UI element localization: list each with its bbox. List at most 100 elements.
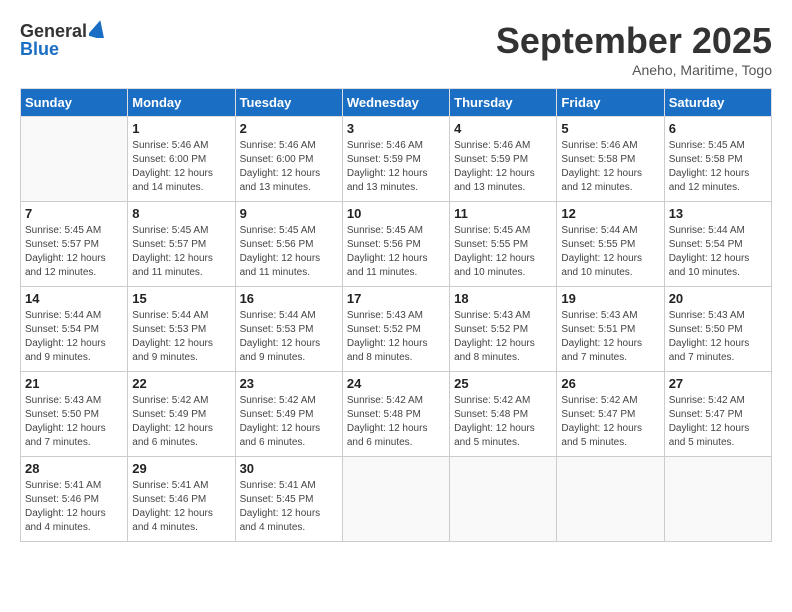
day-info: Sunrise: 5:43 AM Sunset: 5:50 PM Dayligh… <box>669 309 767 365</box>
day-info: Sunrise: 5:41 AM Sunset: 5:46 PM Dayligh… <box>132 479 230 535</box>
day-number: 15 <box>132 291 230 306</box>
day-number: 8 <box>132 206 230 221</box>
day-number: 1 <box>132 121 230 136</box>
day-number: 29 <box>132 461 230 476</box>
calendar-cell: 22 Sunrise: 5:42 AM Sunset: 5:49 PM Dayli… <box>128 372 235 457</box>
calendar-cell: 1 Sunrise: 5:46 AM Sunset: 6:00 PM Daylig… <box>128 117 235 202</box>
day-info: Sunrise: 5:43 AM Sunset: 5:52 PM Dayligh… <box>347 309 445 365</box>
page-header: General Blue September 2025 Aneho, Marit… <box>20 20 772 78</box>
logo-triangle-icon <box>89 20 107 38</box>
day-info: Sunrise: 5:44 AM Sunset: 5:54 PM Dayligh… <box>669 224 767 280</box>
calendar-cell: 8 Sunrise: 5:45 AM Sunset: 5:57 PM Daylig… <box>128 202 235 287</box>
calendar-cell: 14Sunrise: 5:44 AM Sunset: 5:54 PM Dayli… <box>21 287 128 372</box>
day-number: 9 <box>240 206 338 221</box>
logo: General Blue <box>20 20 107 60</box>
day-info: Sunrise: 5:41 AM Sunset: 5:45 PM Dayligh… <box>240 479 338 535</box>
day-number: 17 <box>347 291 445 306</box>
day-info: Sunrise: 5:46 AM Sunset: 6:00 PM Dayligh… <box>132 139 230 195</box>
calendar-cell: 12 Sunrise: 5:44 AM Sunset: 5:55 PM Dayli… <box>557 202 664 287</box>
calendar-cell: 30 Sunrise: 5:41 AM Sunset: 5:45 PM Dayli… <box>235 457 342 542</box>
logo-blue-text: Blue <box>20 39 59 60</box>
day-info: Sunrise: 5:45 AM Sunset: 5:57 PM Dayligh… <box>25 224 123 280</box>
calendar-cell: 19 Sunrise: 5:43 AM Sunset: 5:51 PM Dayli… <box>557 287 664 372</box>
calendar-table: SundayMondayTuesdayWednesdayThursdayFrid… <box>20 88 772 542</box>
calendar-cell: 6 Sunrise: 5:45 AM Sunset: 5:58 PM Daylig… <box>664 117 771 202</box>
day-info: Sunrise: 5:46 AM Sunset: 5:58 PM Dayligh… <box>561 139 659 195</box>
calendar-week-5: 28 Sunrise: 5:41 AM Sunset: 5:46 PM Dayli… <box>21 457 772 542</box>
day-number: 28 <box>25 461 123 476</box>
location-subtitle: Aneho, Maritime, Togo <box>496 62 772 78</box>
day-info: Sunrise: 5:46 AM Sunset: 6:00 PM Dayligh… <box>240 139 338 195</box>
calendar-week-4: 21 Sunrise: 5:43 AM Sunset: 5:50 PM Dayli… <box>21 372 772 457</box>
day-number: 4 <box>454 121 552 136</box>
day-info: Sunrise: 5:45 AM Sunset: 5:56 PM Dayligh… <box>240 224 338 280</box>
day-number: 10 <box>347 206 445 221</box>
day-info: Sunrise: 5:43 AM Sunset: 5:52 PM Dayligh… <box>454 309 552 365</box>
weekday-header-sunday: Sunday <box>21 89 128 117</box>
day-number: 19 <box>561 291 659 306</box>
day-number: 24 <box>347 376 445 391</box>
day-info: Sunrise: 5:42 AM Sunset: 5:48 PM Dayligh… <box>454 394 552 450</box>
calendar-cell: 23Sunrise: 5:42 AM Sunset: 5:49 PM Dayli… <box>235 372 342 457</box>
day-info: Sunrise: 5:46 AM Sunset: 5:59 PM Dayligh… <box>347 139 445 195</box>
calendar-cell: 21 Sunrise: 5:43 AM Sunset: 5:50 PM Dayli… <box>21 372 128 457</box>
calendar-cell: 28 Sunrise: 5:41 AM Sunset: 5:46 PM Dayli… <box>21 457 128 542</box>
calendar-cell: 3 Sunrise: 5:46 AM Sunset: 5:59 PM Daylig… <box>342 117 449 202</box>
day-info: Sunrise: 5:43 AM Sunset: 5:50 PM Dayligh… <box>25 394 123 450</box>
day-number: 18 <box>454 291 552 306</box>
day-info: Sunrise: 5:43 AM Sunset: 5:51 PM Dayligh… <box>561 309 659 365</box>
day-info: Sunrise: 5:44 AM Sunset: 5:53 PM Dayligh… <box>240 309 338 365</box>
day-number: 14 <box>25 291 123 306</box>
calendar-cell: 7Sunrise: 5:45 AM Sunset: 5:57 PM Daylig… <box>21 202 128 287</box>
weekday-header-wednesday: Wednesday <box>342 89 449 117</box>
day-number: 2 <box>240 121 338 136</box>
calendar-cell: 10 Sunrise: 5:45 AM Sunset: 5:56 PM Dayli… <box>342 202 449 287</box>
weekday-header-row: SundayMondayTuesdayWednesdayThursdayFrid… <box>21 89 772 117</box>
day-info: Sunrise: 5:42 AM Sunset: 5:47 PM Dayligh… <box>669 394 767 450</box>
day-number: 25 <box>454 376 552 391</box>
day-number: 30 <box>240 461 338 476</box>
day-number: 3 <box>347 121 445 136</box>
day-info: Sunrise: 5:45 AM Sunset: 5:55 PM Dayligh… <box>454 224 552 280</box>
day-number: 5 <box>561 121 659 136</box>
day-info: Sunrise: 5:45 AM Sunset: 5:57 PM Dayligh… <box>132 224 230 280</box>
day-number: 13 <box>669 206 767 221</box>
day-number: 27 <box>669 376 767 391</box>
day-info: Sunrise: 5:45 AM Sunset: 5:58 PM Dayligh… <box>669 139 767 195</box>
day-number: 22 <box>132 376 230 391</box>
calendar-cell: 17 Sunrise: 5:43 AM Sunset: 5:52 PM Dayli… <box>342 287 449 372</box>
calendar-cell <box>450 457 557 542</box>
title-section: September 2025 Aneho, Maritime, Togo <box>496 20 772 78</box>
day-info: Sunrise: 5:42 AM Sunset: 5:47 PM Dayligh… <box>561 394 659 450</box>
day-info: Sunrise: 5:42 AM Sunset: 5:49 PM Dayligh… <box>132 394 230 450</box>
day-info: Sunrise: 5:44 AM Sunset: 5:55 PM Dayligh… <box>561 224 659 280</box>
calendar-cell: 9 Sunrise: 5:45 AM Sunset: 5:56 PM Daylig… <box>235 202 342 287</box>
day-number: 11 <box>454 206 552 221</box>
calendar-cell: 2 Sunrise: 5:46 AM Sunset: 6:00 PM Daylig… <box>235 117 342 202</box>
calendar-cell: 18 Sunrise: 5:43 AM Sunset: 5:52 PM Dayli… <box>450 287 557 372</box>
calendar-cell: 13 Sunrise: 5:44 AM Sunset: 5:54 PM Dayli… <box>664 202 771 287</box>
calendar-cell: 15 Sunrise: 5:44 AM Sunset: 5:53 PM Dayli… <box>128 287 235 372</box>
calendar-cell <box>342 457 449 542</box>
day-info: Sunrise: 5:46 AM Sunset: 5:59 PM Dayligh… <box>454 139 552 195</box>
calendar-cell: 24 Sunrise: 5:42 AM Sunset: 5:48 PM Dayli… <box>342 372 449 457</box>
day-number: 6 <box>669 121 767 136</box>
calendar-week-2: 7Sunrise: 5:45 AM Sunset: 5:57 PM Daylig… <box>21 202 772 287</box>
calendar-week-1: 1 Sunrise: 5:46 AM Sunset: 6:00 PM Daylig… <box>21 117 772 202</box>
calendar-cell: 29 Sunrise: 5:41 AM Sunset: 5:46 PM Dayli… <box>128 457 235 542</box>
calendar-cell <box>557 457 664 542</box>
day-info: Sunrise: 5:44 AM Sunset: 5:53 PM Dayligh… <box>132 309 230 365</box>
day-info: Sunrise: 5:45 AM Sunset: 5:56 PM Dayligh… <box>347 224 445 280</box>
day-info: Sunrise: 5:41 AM Sunset: 5:46 PM Dayligh… <box>25 479 123 535</box>
day-info: Sunrise: 5:42 AM Sunset: 5:48 PM Dayligh… <box>347 394 445 450</box>
calendar-cell: 25 Sunrise: 5:42 AM Sunset: 5:48 PM Dayli… <box>450 372 557 457</box>
weekday-header-friday: Friday <box>557 89 664 117</box>
calendar-cell: 11 Sunrise: 5:45 AM Sunset: 5:55 PM Dayli… <box>450 202 557 287</box>
calendar-cell: 5 Sunrise: 5:46 AM Sunset: 5:58 PM Daylig… <box>557 117 664 202</box>
weekday-header-tuesday: Tuesday <box>235 89 342 117</box>
calendar-cell: 20Sunrise: 5:43 AM Sunset: 5:50 PM Dayli… <box>664 287 771 372</box>
day-number: 21 <box>25 376 123 391</box>
day-number: 12 <box>561 206 659 221</box>
day-number: 23 <box>240 376 338 391</box>
weekday-header-saturday: Saturday <box>664 89 771 117</box>
